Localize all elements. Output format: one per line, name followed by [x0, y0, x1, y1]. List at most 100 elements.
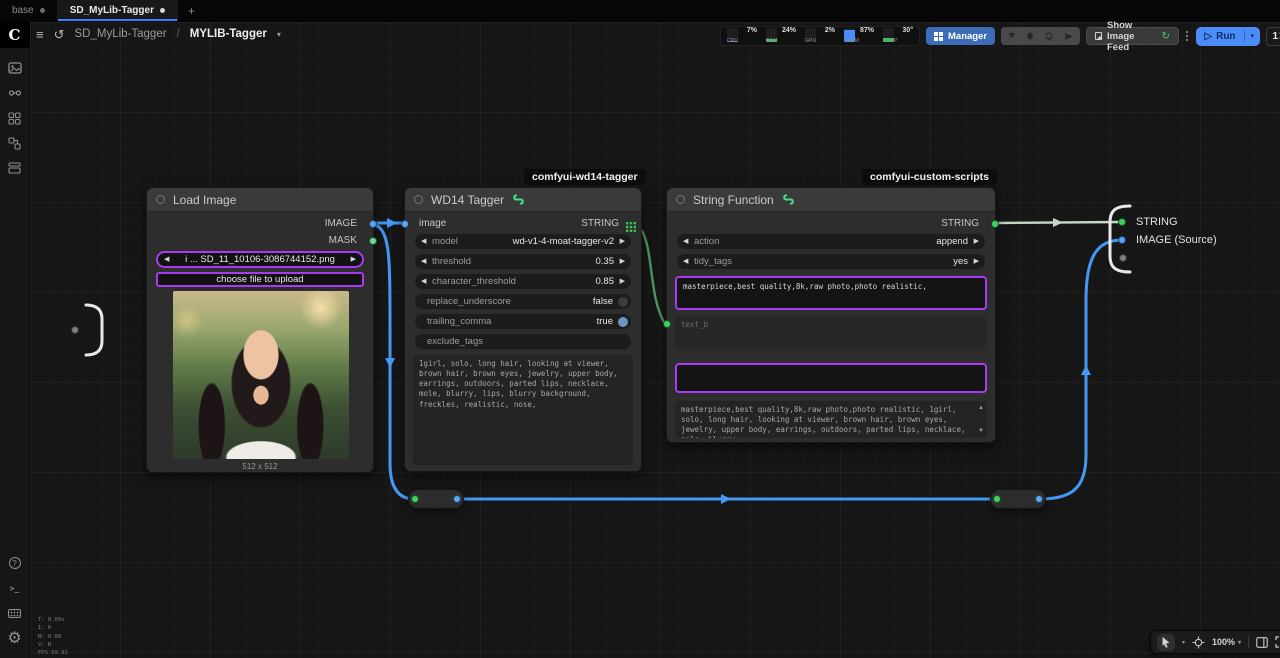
scroll-down-icon[interactable]: ▼: [978, 428, 984, 434]
bell-alt-icon[interactable]: [1044, 31, 1054, 42]
monitor-cpu: 7% CPU: [727, 27, 757, 43]
combo-right-icon[interactable]: ▶: [974, 254, 979, 269]
result-scrollbar[interactable]: ▲ ▼: [978, 405, 984, 434]
output-port-mask[interactable]: [369, 237, 377, 245]
reroute2-output-port[interactable]: [1035, 495, 1043, 503]
subgraph-output-string-label: STRING: [1136, 216, 1178, 228]
input-port-text-b[interactable]: [663, 320, 671, 328]
output-port-image[interactable]: [369, 220, 377, 228]
widget-name: model: [432, 234, 458, 249]
toolbar-drag-handle[interactable]: [1185, 30, 1191, 42]
combo-right-icon[interactable]: ▶: [620, 274, 625, 289]
keybinding-icon[interactable]: [0, 601, 30, 625]
node-load-image-header[interactable]: Load Image: [147, 188, 373, 212]
tags-output-textarea[interactable]: 1girl, solo, long hair, looking at viewe…: [413, 355, 633, 465]
image-file-combo[interactable]: ◀ i ... SD_11_10106-3086744152.png ▶: [156, 251, 364, 268]
minimap-toggle-button[interactable]: [1256, 637, 1268, 648]
widget-threshold[interactable]: ◀ threshold 0.35 ▶: [415, 254, 631, 269]
node-wd14-tagger[interactable]: WD14 Tagger image STRING ◀ model wd-v1-4…: [404, 187, 642, 472]
widget-trailing-comma[interactable]: trailing_comma true: [415, 314, 631, 329]
widget-name: replace_underscore: [427, 294, 511, 309]
unsaved-dot-icon[interactable]: [160, 8, 165, 13]
run-button-group: ▷ Run ▾: [1196, 27, 1260, 46]
workflow-tab-bar: base SD_MyLib-Tagger +: [0, 0, 1280, 22]
node-string-function-header[interactable]: String Function: [667, 188, 995, 212]
workflows-icon[interactable]: [0, 131, 30, 155]
output-port-string[interactable]: [991, 220, 999, 228]
templates-icon[interactable]: [0, 156, 30, 180]
reroute1-input-port[interactable]: [411, 495, 419, 503]
reroute2-input-port[interactable]: [993, 495, 1001, 503]
combo-right-icon[interactable]: ▶: [974, 234, 979, 249]
collapse-dot[interactable]: [156, 195, 165, 204]
star-icon[interactable]: ★: [1007, 31, 1016, 41]
input-port-image[interactable]: [401, 220, 409, 228]
breadcrumb-workflow[interactable]: SD_MyLib-Tagger: [75, 28, 167, 40]
widget-character-threshold[interactable]: ◀ character_threshold 0.85 ▶: [415, 274, 631, 289]
subgraph-output-empty-port[interactable]: [1119, 254, 1127, 262]
subgraph-input-port[interactable]: [71, 326, 79, 334]
node-library-icon[interactable]: [0, 81, 30, 105]
tool-options-caret[interactable]: ▾: [1182, 639, 1185, 646]
manager-button[interactable]: Manager: [926, 27, 995, 45]
share-icon[interactable]: [1063, 31, 1074, 42]
menu-icon[interactable]: ≡: [36, 28, 44, 41]
run-button[interactable]: ▷ Run: [1196, 31, 1243, 42]
combo-left-icon[interactable]: ◀: [683, 254, 688, 269]
perf-stats: T: 0.00s I: 0 M: 0.00 V: N FPS 59.92: [38, 616, 68, 657]
combo-left-icon[interactable]: ◀: [421, 254, 426, 269]
fit-view-button[interactable]: [1192, 636, 1205, 649]
select-tool-button[interactable]: [1157, 634, 1175, 651]
widget-action[interactable]: ◀ action append ▶: [677, 234, 985, 249]
toggle-on-icon[interactable]: [618, 317, 628, 327]
unsaved-dot-icon[interactable]: [40, 8, 45, 13]
node-load-image[interactable]: Load Image IMAGE MASK ◀ i ... SD_11_1010…: [146, 187, 374, 473]
output-port-string-grid-icon[interactable]: [626, 219, 636, 229]
new-tab-button[interactable]: +: [178, 0, 205, 21]
widget-exclude-tags[interactable]: exclude_tags: [415, 334, 631, 349]
widget-tidy-tags[interactable]: ◀ tidy_tags yes ▶: [677, 254, 985, 269]
help-icon[interactable]: ?: [0, 551, 30, 575]
reroute-node-1[interactable]: [408, 489, 464, 509]
combo-right-icon[interactable]: ▶: [620, 234, 625, 249]
widget-model[interactable]: ◀ model wd-v1-4-moat-tagger-v2 ▶: [415, 234, 631, 249]
undo-icon[interactable]: ↺: [54, 28, 65, 41]
combo-right-icon[interactable]: ▶: [620, 254, 625, 269]
text-c-textarea[interactable]: [675, 363, 987, 393]
collapse-dot[interactable]: [414, 195, 423, 204]
fullscreen-button[interactable]: [1275, 636, 1280, 648]
reroute1-output-port[interactable]: [453, 495, 461, 503]
result-textarea[interactable]: masterpiece,best quality,8k,raw photo,ph…: [675, 401, 987, 438]
bell-icon[interactable]: [1025, 31, 1035, 42]
tab-sd-mylib-tagger[interactable]: SD_MyLib-Tagger: [58, 0, 178, 21]
choose-file-button[interactable]: choose file to upload: [156, 272, 364, 287]
settings-gear-icon[interactable]: ⚙: [0, 626, 30, 650]
run-options-caret[interactable]: ▾: [1245, 32, 1261, 40]
terminal-icon[interactable]: >_: [0, 576, 30, 600]
text-b-textarea[interactable]: text_b: [675, 316, 987, 349]
scroll-up-icon[interactable]: ▲: [978, 405, 984, 411]
queue-images-icon[interactable]: [0, 56, 30, 80]
show-image-feed-button[interactable]: Show Image Feed ↻: [1086, 27, 1179, 45]
tab-base[interactable]: base: [0, 0, 58, 21]
model-library-icon[interactable]: [0, 106, 30, 130]
text-a-textarea[interactable]: masterpiece,best quality,8k,raw photo,ph…: [675, 276, 987, 310]
collapse-dot[interactable]: [676, 195, 685, 204]
combo-left-icon[interactable]: ◀: [421, 274, 426, 289]
subgraph-output-image-port[interactable]: [1118, 236, 1126, 244]
zoom-level-dropdown[interactable]: 100% ▾: [1212, 637, 1241, 647]
combo-right-icon[interactable]: ▶: [351, 253, 356, 267]
subgraph-output-string-port[interactable]: [1118, 218, 1126, 226]
breadcrumb-current[interactable]: MYLIB-Tagger: [190, 28, 267, 40]
widget-replace-underscore[interactable]: replace_underscore false: [415, 294, 631, 309]
combo-left-icon[interactable]: ◀: [421, 234, 426, 249]
batch-count-stepper[interactable]: 1 ▴ ▾: [1266, 27, 1280, 46]
toggle-off-icon[interactable]: [618, 297, 628, 307]
image-preview[interactable]: [173, 291, 349, 459]
reroute-node-2[interactable]: [990, 489, 1046, 509]
chevron-down-icon[interactable]: ▾: [277, 30, 281, 39]
node-string-function[interactable]: String Function STRING ◀ action append ▶…: [666, 187, 996, 443]
combo-left-icon[interactable]: ◀: [683, 234, 688, 249]
node-wd14-header[interactable]: WD14 Tagger: [405, 188, 641, 212]
comfyui-logo[interactable]: C: [0, 22, 30, 48]
